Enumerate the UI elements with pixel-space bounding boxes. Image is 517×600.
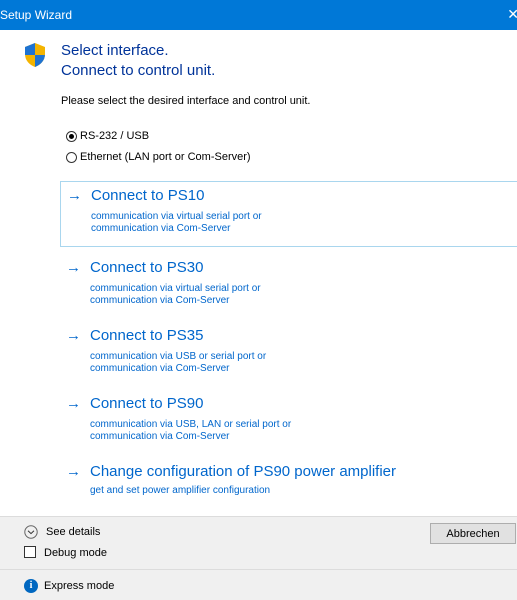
radio-ethernet[interactable]: Ethernet (LAN port or Com-Server): [66, 151, 251, 163]
command-link-ps90-config[interactable]: → Change configuration of PS90 power amp…: [60, 458, 517, 506]
radio-label: RS-232 / USB: [80, 130, 150, 142]
command-link-ps30[interactable]: → Connect to PS30 communication via virt…: [60, 254, 517, 314]
uac-shield-icon: [25, 43, 45, 67]
arrow-right-icon: →: [66, 259, 81, 276]
arrow-right-icon: →: [66, 327, 81, 344]
command-link-title: Connect to PS10: [91, 187, 205, 204]
cancel-button[interactable]: Abbrechen: [430, 523, 516, 544]
page-subheading: Connect to control unit.: [61, 62, 216, 79]
command-link-ps90[interactable]: → Connect to PS90 communication via USB,…: [60, 390, 517, 450]
command-link-description: communication via Com-Server: [90, 295, 230, 306]
command-link-title: Connect to PS35: [90, 327, 204, 344]
title-bar: Setup Wizard ✕: [0, 0, 517, 30]
arrow-right-icon: →: [66, 395, 81, 412]
footer-divider: [0, 569, 517, 570]
debug-mode-checkbox[interactable]: [24, 546, 36, 558]
instruction-text: Please select the desired interface and …: [61, 95, 311, 107]
debug-mode-label[interactable]: Debug mode: [44, 547, 107, 559]
arrow-right-icon: →: [66, 463, 81, 480]
command-link-description: communication via USB, LAN or serial por…: [90, 419, 292, 430]
command-link-description: communication via Com-Server: [91, 223, 231, 234]
command-link-description: communication via Com-Server: [90, 431, 230, 442]
command-link-title: Connect to PS30: [90, 259, 204, 276]
close-icon[interactable]: ✕: [507, 6, 517, 22]
radio-button-selected[interactable]: [66, 130, 77, 142]
command-link-ps35[interactable]: → Connect to PS35 communication via USB …: [60, 322, 517, 382]
arrow-right-icon: →: [67, 187, 82, 204]
page-heading: Select interface.: [61, 42, 169, 59]
command-link-ps10[interactable]: → Connect to PS10 communication via virt…: [60, 181, 517, 247]
info-icon: i: [24, 579, 38, 593]
command-link-description: communication via Com-Server: [90, 363, 230, 374]
window-title: Setup Wizard: [0, 8, 73, 22]
command-link-description: get and set power amplifier configuratio…: [90, 485, 271, 496]
command-link-title: Change configuration of PS90 power ampli…: [90, 463, 397, 480]
express-mode-label: Express mode: [44, 580, 115, 592]
radio-label: Ethernet (LAN port or Com-Server): [80, 151, 251, 163]
expand-details-chevron-icon[interactable]: [24, 525, 38, 539]
command-link-description: communication via virtual serial port or: [91, 211, 262, 222]
radio-rs232-usb[interactable]: RS-232 / USB: [66, 130, 149, 142]
see-details-label[interactable]: See details: [46, 526, 100, 538]
command-link-title: Connect to PS90: [90, 395, 204, 412]
command-link-description: communication via virtual serial port or: [90, 283, 261, 294]
radio-button[interactable]: [66, 151, 77, 163]
command-link-description: communication via USB or serial port or: [90, 351, 267, 362]
